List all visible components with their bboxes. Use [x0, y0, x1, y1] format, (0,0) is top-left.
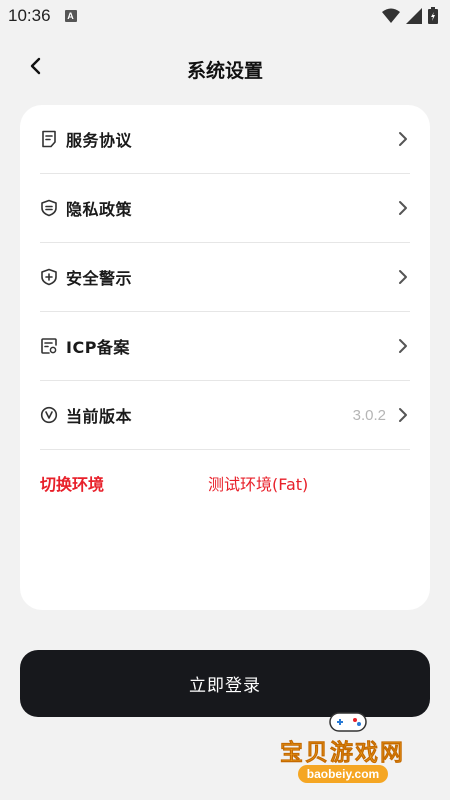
page-title: 系统设置 — [186, 60, 263, 82]
version-value: 3.0.2 — [352, 406, 386, 424]
wifi-icon — [382, 8, 400, 28]
settings-item-service-agreement[interactable]: 服务协议 — [40, 105, 410, 174]
chevron-right-icon — [396, 270, 410, 284]
version-v-icon — [40, 406, 58, 424]
notification-icon: A — [64, 10, 77, 22]
status-bar: 10:36 A — [0, 0, 450, 32]
status-time: 10:36 — [8, 6, 51, 25]
settings-item-label: ICP备案 — [66, 338, 130, 357]
settings-item-security-warning[interactable]: 安全警示 — [40, 243, 410, 312]
header: 系统设置 — [0, 44, 450, 92]
chevron-right-icon — [396, 201, 410, 215]
settings-item-label: 服务协议 — [66, 131, 133, 150]
chevron-right-icon — [396, 408, 410, 422]
settings-item-icp-filing[interactable]: ICP备案 — [40, 312, 410, 381]
environment-label: 切换环境 — [40, 475, 105, 494]
shield-list-icon — [40, 199, 58, 217]
shield-plus-icon — [40, 268, 58, 286]
chevron-right-icon — [396, 339, 410, 353]
document-icon — [40, 130, 58, 148]
chevron-right-icon — [396, 132, 410, 146]
settings-item-current-version[interactable]: 当前版本 3.0.2 — [40, 381, 410, 450]
status-indicators — [382, 7, 438, 28]
watermark-logo: 宝贝游戏网 baobeiy.com — [268, 705, 438, 795]
watermark-title: 宝贝游戏网 — [280, 740, 405, 767]
settings-card: 服务协议 隐私政策 安全警示 ICP备案 当前版本 3.0.2 切换环境 测试环… — [20, 105, 430, 610]
settings-item-label: 隐私政策 — [66, 200, 133, 219]
login-button-label: 立即登录 — [189, 676, 261, 696]
environment-switch-row: 切换环境 测试环境(Fat) — [40, 467, 410, 499]
certificate-icon — [40, 337, 58, 355]
settings-item-privacy-policy[interactable]: 隐私政策 — [40, 174, 410, 243]
settings-item-label: 当前版本 — [66, 407, 133, 426]
settings-item-label: 安全警示 — [66, 269, 133, 288]
environment-value[interactable]: 测试环境(Fat) — [208, 471, 308, 495]
watermark-url: baobeiy.com — [298, 765, 388, 783]
signal-icon — [406, 7, 422, 28]
battery-icon — [428, 7, 438, 28]
